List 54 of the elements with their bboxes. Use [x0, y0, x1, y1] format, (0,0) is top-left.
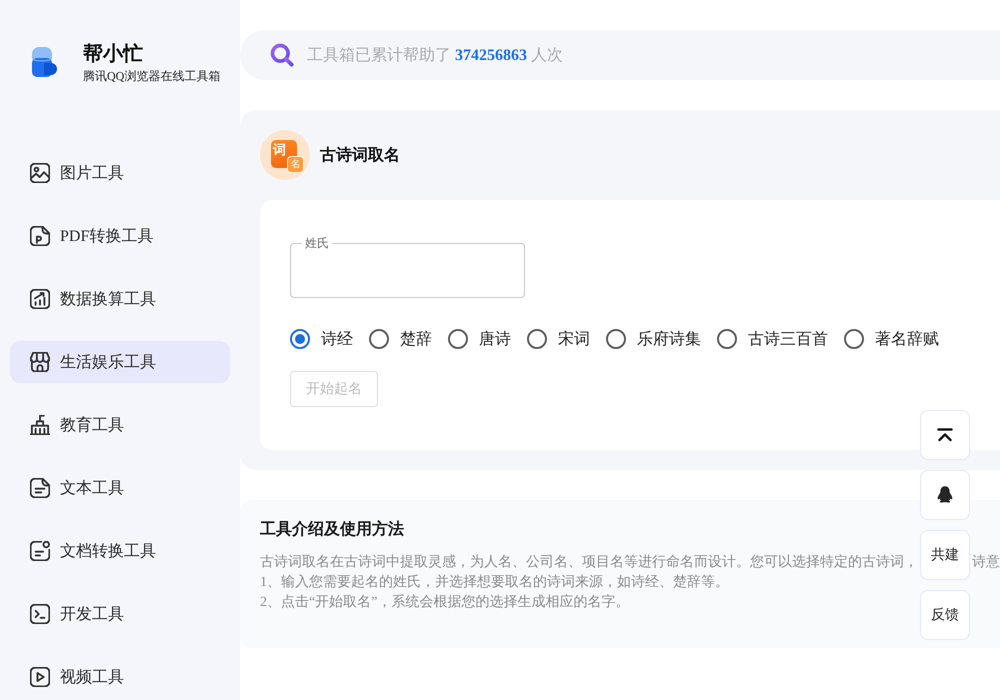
side-action-button[interactable]: 反馈: [920, 590, 970, 640]
sidebar-item[interactable]: PDF转换工具: [10, 215, 230, 257]
side-action-button[interactable]: 共建: [920, 530, 970, 580]
radio-icon[interactable]: [369, 329, 389, 349]
search-hint: 工具箱已累计帮助了 374256863 人次: [307, 46, 563, 66]
field-label: 姓氏: [304, 236, 330, 250]
radio-icon[interactable]: [448, 329, 468, 349]
building-icon: [30, 415, 50, 435]
search-icon: [270, 43, 294, 67]
logo-character: 词: [273, 143, 286, 157]
sidebar-item[interactable]: 文档转换工具: [10, 530, 230, 572]
back-to-top-icon: [937, 428, 953, 442]
sidebar-item[interactable]: 生活娱乐工具: [10, 341, 230, 383]
radio-option[interactable]: 著名辞赋: [844, 328, 939, 350]
radio-icon[interactable]: [290, 329, 310, 349]
sidebar-item[interactable]: 图片工具: [10, 152, 230, 194]
penguin-button[interactable]: [920, 470, 970, 520]
terminal-icon: [30, 604, 50, 624]
intro-text: 1、输入您需要起名的姓氏，并选择想要取名的诗词来源，如诗经、楚辞等。: [260, 573, 729, 592]
app-logo: [30, 46, 58, 78]
radio-icon[interactable]: [606, 329, 626, 349]
document-icon: [30, 478, 50, 498]
intro-text: 古诗词取名在古诗词中提取灵感，为人名、公司名、项目名等进行命名而设计。您可以选择特定的古诗词，: [260, 553, 918, 572]
app-name: 帮小忙: [83, 42, 144, 67]
sidebar-item[interactable]: 数据换算工具: [10, 278, 230, 320]
radio-icon[interactable]: [717, 329, 737, 349]
note-icon: [30, 541, 50, 561]
sidebar-item[interactable]: 开发工具: [10, 593, 230, 635]
back-to-top-button[interactable]: [920, 410, 970, 460]
radio-icon[interactable]: [844, 329, 864, 349]
logo-badge: 名: [287, 156, 304, 173]
intro-title: 工具介绍及使用方法: [260, 520, 405, 540]
tool-title: 古诗词取名: [320, 146, 400, 166]
chart-icon: [30, 289, 50, 309]
penguin-icon: [937, 486, 953, 504]
file-icon: [30, 226, 50, 246]
radio-option[interactable]: 宋词: [527, 328, 590, 350]
sidebar-item[interactable]: 教育工具: [10, 404, 230, 446]
intro-text: 2、点击“开始取名”，系统会根据您的选择生成相应的名字。: [260, 593, 630, 612]
intro-text-fragment: 诗意: [972, 554, 1000, 572]
radio-option[interactable]: 楚辞: [369, 328, 432, 350]
radio-option[interactable]: 古诗三百首: [717, 328, 828, 350]
surname-field[interactable]: 姓氏: [290, 236, 525, 298]
radio-option[interactable]: 诗经: [290, 328, 353, 350]
radio-option[interactable]: 唐诗: [448, 328, 511, 350]
radio-option[interactable]: 乐府诗集: [606, 328, 701, 350]
search-bar[interactable]: 工具箱已累计帮助了 374256863 人次: [240, 30, 1000, 80]
sidebar-item[interactable]: 文本工具: [10, 467, 230, 509]
play-icon: [30, 667, 50, 687]
sidebar-item[interactable]: 视频工具: [10, 656, 230, 698]
app-tagline: 腾讯QQ浏览器在线工具箱: [83, 68, 220, 84]
store-icon: [30, 352, 50, 372]
radio-icon[interactable]: [527, 329, 547, 349]
image-icon: [30, 163, 50, 183]
